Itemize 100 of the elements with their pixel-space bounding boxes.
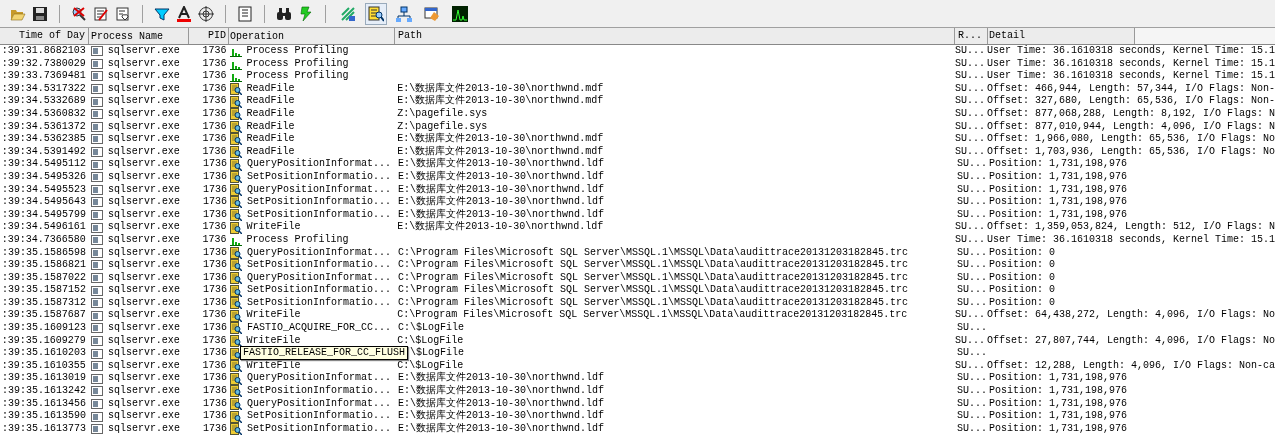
pid-cell: 1736 <box>202 221 227 233</box>
result-cell: SU... <box>957 385 987 397</box>
detail-cell: Position: 1,731,198,976 <box>989 372 1128 384</box>
result-cell: SU... <box>955 133 986 145</box>
time-cell: :39:35.1613456 <box>2 397 86 409</box>
operation-cell: SetPositionInformatio... <box>247 196 392 209</box>
process-name: sqlservr.exe <box>107 133 180 146</box>
pid-cell: 1736 <box>203 259 227 271</box>
result-cell: SU... <box>955 145 986 157</box>
save-icon[interactable] <box>32 5 48 22</box>
process-name: sqlservr.exe <box>108 170 180 184</box>
path-cell: C:\Program Files\Microsoft SQL Server\MSSQL.1\MSSQL\Data\audittrace20131203182845.trc <box>398 296 909 308</box>
path-cell: E:\数据库文件2013-10-30\northwnd.ldf <box>398 372 605 384</box>
detail-cell: Position: 1,731,198,976 <box>989 183 1128 195</box>
time-cell: :39:35.1610355 <box>1 359 86 371</box>
path-cell: C:\$LogFile <box>397 359 464 371</box>
edit-document-icon[interactable] <box>93 5 109 22</box>
application-window-icon <box>90 146 103 159</box>
operation-cell-text: QueryPositionInformat... <box>247 271 392 284</box>
file-magnifier-icon <box>230 423 242 436</box>
result-cell: SU... <box>955 57 986 69</box>
result-cell: SU... <box>957 284 987 296</box>
column-header[interactable]: R... <box>955 28 988 44</box>
application-window-icon <box>91 183 103 196</box>
time-cell: :39:35.1613019 <box>2 372 86 384</box>
path-cell: E:\数据库文件2013-10-30\northwnd.ldf <box>398 410 605 422</box>
pid-cell: 1736 <box>203 158 227 170</box>
detail-cell: Position: 0 <box>989 284 1055 296</box>
application-window-icon <box>90 108 103 121</box>
application-window-icon <box>90 309 103 322</box>
column-header[interactable]: Process Name <box>89 28 189 44</box>
magnifier-cross-icon[interactable] <box>71 5 87 22</box>
application-window-icon <box>91 397 103 410</box>
application-window-icon <box>91 196 103 209</box>
application-window-icon <box>90 95 103 108</box>
operation-cell: SetPositionInformatio... <box>247 422 392 436</box>
result-cell: SU... <box>957 158 987 170</box>
time-cell: :39:34.5391492 <box>1 145 86 157</box>
detail-cell: Position: 1,731,198,976 <box>989 410 1128 422</box>
operation-cell-text: SetPositionInformatio... <box>247 296 392 309</box>
operation-cell-text: SetPositionInformatio... <box>247 208 392 221</box>
result-cell: SU... <box>957 259 987 271</box>
application-window-icon <box>91 372 103 385</box>
pid-cell: 1736 <box>203 196 227 208</box>
path-cell: E:\数据库文件2013-10-30\northwnd.mdf <box>397 145 604 157</box>
detail-cell: Position: 1,731,198,976 <box>989 158 1128 170</box>
time-cell: :39:34.5361372 <box>1 120 86 132</box>
operation-cell-text: QueryPositionInformat... <box>247 397 392 410</box>
time-cell: :39:35.1613590 <box>2 410 86 422</box>
result-cell: SU... <box>957 410 987 422</box>
detail-cell: User Time: 36.1610318 seconds, Kernel Time: 15.1 <box>986 70 1275 82</box>
detail-cell: Position: 1,731,198,976 <box>989 385 1128 397</box>
column-header[interactable]: Path <box>395 28 955 44</box>
column-header[interactable]: Operation <box>229 28 395 44</box>
binoculars-icon[interactable] <box>276 5 292 22</box>
detail-cell: Position: 1,731,198,976 <box>989 208 1128 220</box>
crosshair-icon[interactable] <box>198 5 214 22</box>
pid-cell: 1736 <box>203 422 227 434</box>
filter-icon[interactable] <box>154 5 170 22</box>
process-name: sqlservr.exe <box>108 158 180 171</box>
detail-cell: Offset: 64,438,272, Length: 4,096, I/O Flags: No <box>986 309 1275 321</box>
time-cell: :39:34.5495112 <box>2 158 86 170</box>
detail-cell: Offset: 1,703,936, Length: 65,536, I/O Flags: No <box>986 145 1275 157</box>
process-name: sqlservr.exe <box>107 45 180 58</box>
pid-cell: 1736 <box>203 271 227 283</box>
pid-cell: 1736 <box>202 359 227 371</box>
pid-cell: 1736 <box>203 372 227 384</box>
operation-cell-text: Process Profiling <box>246 57 349 70</box>
application-window-icon <box>90 221 103 234</box>
process-name: sqlservr.exe <box>108 347 180 360</box>
process-name: sqlservr.exe <box>108 183 180 196</box>
time-cell: :39:34.7366580 <box>1 233 86 245</box>
process-name: sqlservr.exe <box>107 359 180 372</box>
application-window-icon <box>90 57 103 70</box>
detail-cell: Offset: 1,966,080, Length: 65,536, I/O Flags: No <box>986 133 1275 145</box>
pid-cell: 1736 <box>203 208 227 220</box>
column-header[interactable]: Detail <box>988 28 1135 44</box>
process-name: sqlservr.exe <box>107 82 180 95</box>
time-cell: :39:35.1609123 <box>2 322 86 334</box>
detail-cell: Offset: 466,944, Length: 57,344, I/O Flags: Non- <box>986 82 1275 94</box>
pid-cell: 1736 <box>203 296 227 308</box>
time-cell: :39:32.7380029 <box>1 57 86 69</box>
application-window-icon <box>91 158 103 171</box>
file-magnifier-icon <box>229 309 242 322</box>
operation-cell: SetPositionInformatio... <box>247 284 392 297</box>
highlight-letter-icon[interactable] <box>176 5 192 22</box>
file-system-toggle[interactable] <box>365 2 387 25</box>
operation-cell: ReadFile <box>246 133 295 146</box>
time-cell: :39:34.5360832 <box>1 107 86 119</box>
column-header[interactable]: PID <box>189 28 229 44</box>
file-magnifier-icon <box>230 209 242 221</box>
time-cell: :39:35.1586821 <box>2 259 86 271</box>
column-header[interactable]: Time of Day <box>0 28 89 44</box>
application-window-icon <box>91 272 103 284</box>
time-cell: :39:34.5495643 <box>2 196 86 208</box>
pid-cell: 1736 <box>202 45 227 56</box>
result-cell: SU... <box>957 170 987 182</box>
process-name: sqlservr.exe <box>107 233 180 247</box>
file-magnifier-icon <box>230 196 242 209</box>
properties-document-icon[interactable] <box>237 5 253 22</box>
